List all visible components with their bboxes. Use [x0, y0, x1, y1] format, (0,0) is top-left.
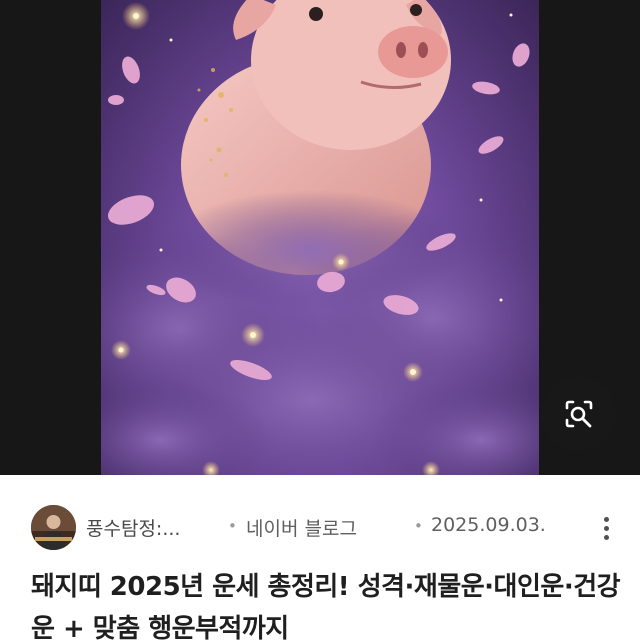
more-vertical-icon[interactable]: [596, 511, 616, 545]
author-name[interactable]: 풍수탐정:...: [86, 514, 180, 541]
source-name[interactable]: 네이버 블로그: [246, 514, 357, 541]
more-dot: [603, 516, 609, 522]
image-result-area[interactable]: [0, 0, 640, 475]
separator-dot: •: [414, 517, 423, 535]
image-search-icon: [565, 400, 593, 428]
pig-image[interactable]: [101, 0, 539, 475]
result-meta-row: 풍수탐정:... • 네이버 블로그 • 2025.09.03.: [0, 503, 640, 553]
more-dot: [603, 534, 609, 540]
more-dot: [603, 525, 609, 531]
separator-dot: •: [228, 517, 237, 535]
result-title[interactable]: 돼지띠 2025년 운세 총정리! 성격·재물운·대인운·건강운 + 맞춤 행운…: [31, 566, 621, 640]
post-date: 2025.09.03.: [431, 514, 546, 536]
image-search-button[interactable]: [542, 377, 616, 451]
avatar[interactable]: [31, 505, 76, 550]
